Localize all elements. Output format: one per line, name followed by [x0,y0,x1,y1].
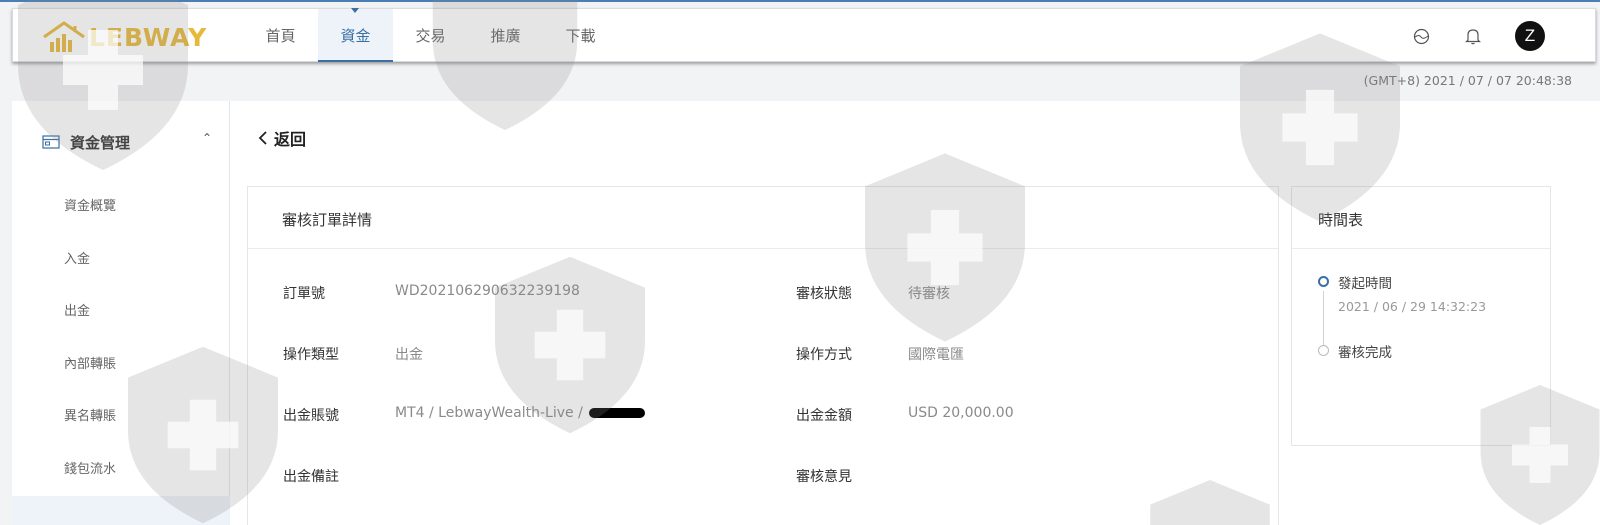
order-card-title: 審核訂單詳情 [248,187,1278,249]
top-navbar: LEBWAY 首頁 資金 交易 推廣 下載 Z [12,8,1596,62]
server-time: (GMT+8) 2021 / 07 / 07 20:48:38 [1363,73,1572,88]
logo-icon [43,21,85,52]
timeline-card: 時間表 發起時間 2021 / 06 / 29 14:32:23 審核完成 [1291,186,1551,446]
order-details-card: 審核訂單詳情 訂單號 WD20210629063223919​8 審核狀態 待審… [247,186,1279,525]
nav-item-download[interactable]: 下載 [543,9,618,62]
main-content: 返回 審核訂單詳情 訂單號 WD20210629063223919​8 審核狀態… [230,101,1600,525]
order-no-label: 訂單號 [283,286,325,302]
timeline-dot-pending [1318,345,1329,356]
nav-item-trade[interactable]: 交易 [393,9,468,62]
back-button[interactable]: 返回 [258,126,306,150]
order-no-value: WD20210629063223919​8 [395,283,580,299]
review-status-value: 待審核 [908,286,950,302]
account-value-wrap: MT4 / LebwayWealth-Live / [395,405,646,421]
logo-text: LEBWAY [89,22,208,52]
submenu: 資金概覽 入金 出金 內部轉賬 異名轉賬 錢包流水 [12,181,230,525]
nav-item-home[interactable]: 首頁 [243,9,318,62]
sidebar-item-deposit[interactable]: 入金 [12,234,230,287]
sidebar-item-internal-transfer[interactable]: 內部轉賬 [12,339,230,392]
menu-section-funds-management[interactable]: 資金管理 ⌃ [42,131,212,153]
timeline-dot-active [1318,276,1329,287]
back-label: 返回 [274,130,307,149]
logo[interactable]: LEBWAY [41,19,207,55]
op-type-value: 出金 [395,347,423,363]
op-method-label: 操作方式 [796,347,852,363]
nav-icons: Z [1411,21,1545,51]
op-type-label: 操作類型 [283,347,339,363]
amount-label: 出金金額 [796,408,852,424]
nav-item-funds[interactable]: 資金 [318,8,393,62]
sidebar-item-selected[interactable] [12,496,230,525]
sidebar-item-wallet-flow[interactable]: 錢包流水 [12,444,230,497]
timeline-title: 時間表 [1292,187,1550,249]
sidebar: 資金管理 ⌃ 資金概覽 入金 出金 內部轉賬 異名轉賬 錢包流水 [12,101,230,525]
menu-section-label: 資金管理 [70,133,131,152]
op-method-value: 國際電匯 [908,347,964,363]
sidebar-item-withdraw[interactable]: 出金 [12,286,230,339]
remark-label: 出金備註 [283,469,339,485]
account-value: MT4 / LebwayWealth-Live / [395,405,583,421]
chevron-up-icon[interactable]: ⌃ [202,131,212,145]
bell-icon[interactable] [1463,26,1483,46]
globe-icon[interactable] [1411,26,1431,46]
chevron-left-icon [258,131,267,145]
top-accent-line [0,0,1600,2]
account-label: 出金賬號 [283,408,339,424]
timeline-event-title: 發起時間 [1338,276,1392,292]
timeline-event-title-2: 審核完成 [1338,345,1392,361]
main-nav: 首頁 資金 交易 推廣 下載 [243,8,618,62]
timeline-connector [1323,291,1324,347]
review-status-label: 審核狀態 [796,286,852,302]
sidebar-item-cross-name-transfer[interactable]: 異名轉賬 [12,391,230,444]
opinion-label: 審核意見 [796,469,852,485]
redacted-account-number [589,408,646,418]
amount-value: USD 20,000.00 [908,405,1014,421]
wallet-icon [42,135,60,149]
user-avatar[interactable]: Z [1515,21,1545,51]
nav-item-promotion[interactable]: 推廣 [468,9,543,62]
timeline-event-time: 2021 / 06 / 29 14:32:23 [1338,299,1487,314]
sidebar-item-funds-overview[interactable]: 資金概覽 [12,181,230,234]
